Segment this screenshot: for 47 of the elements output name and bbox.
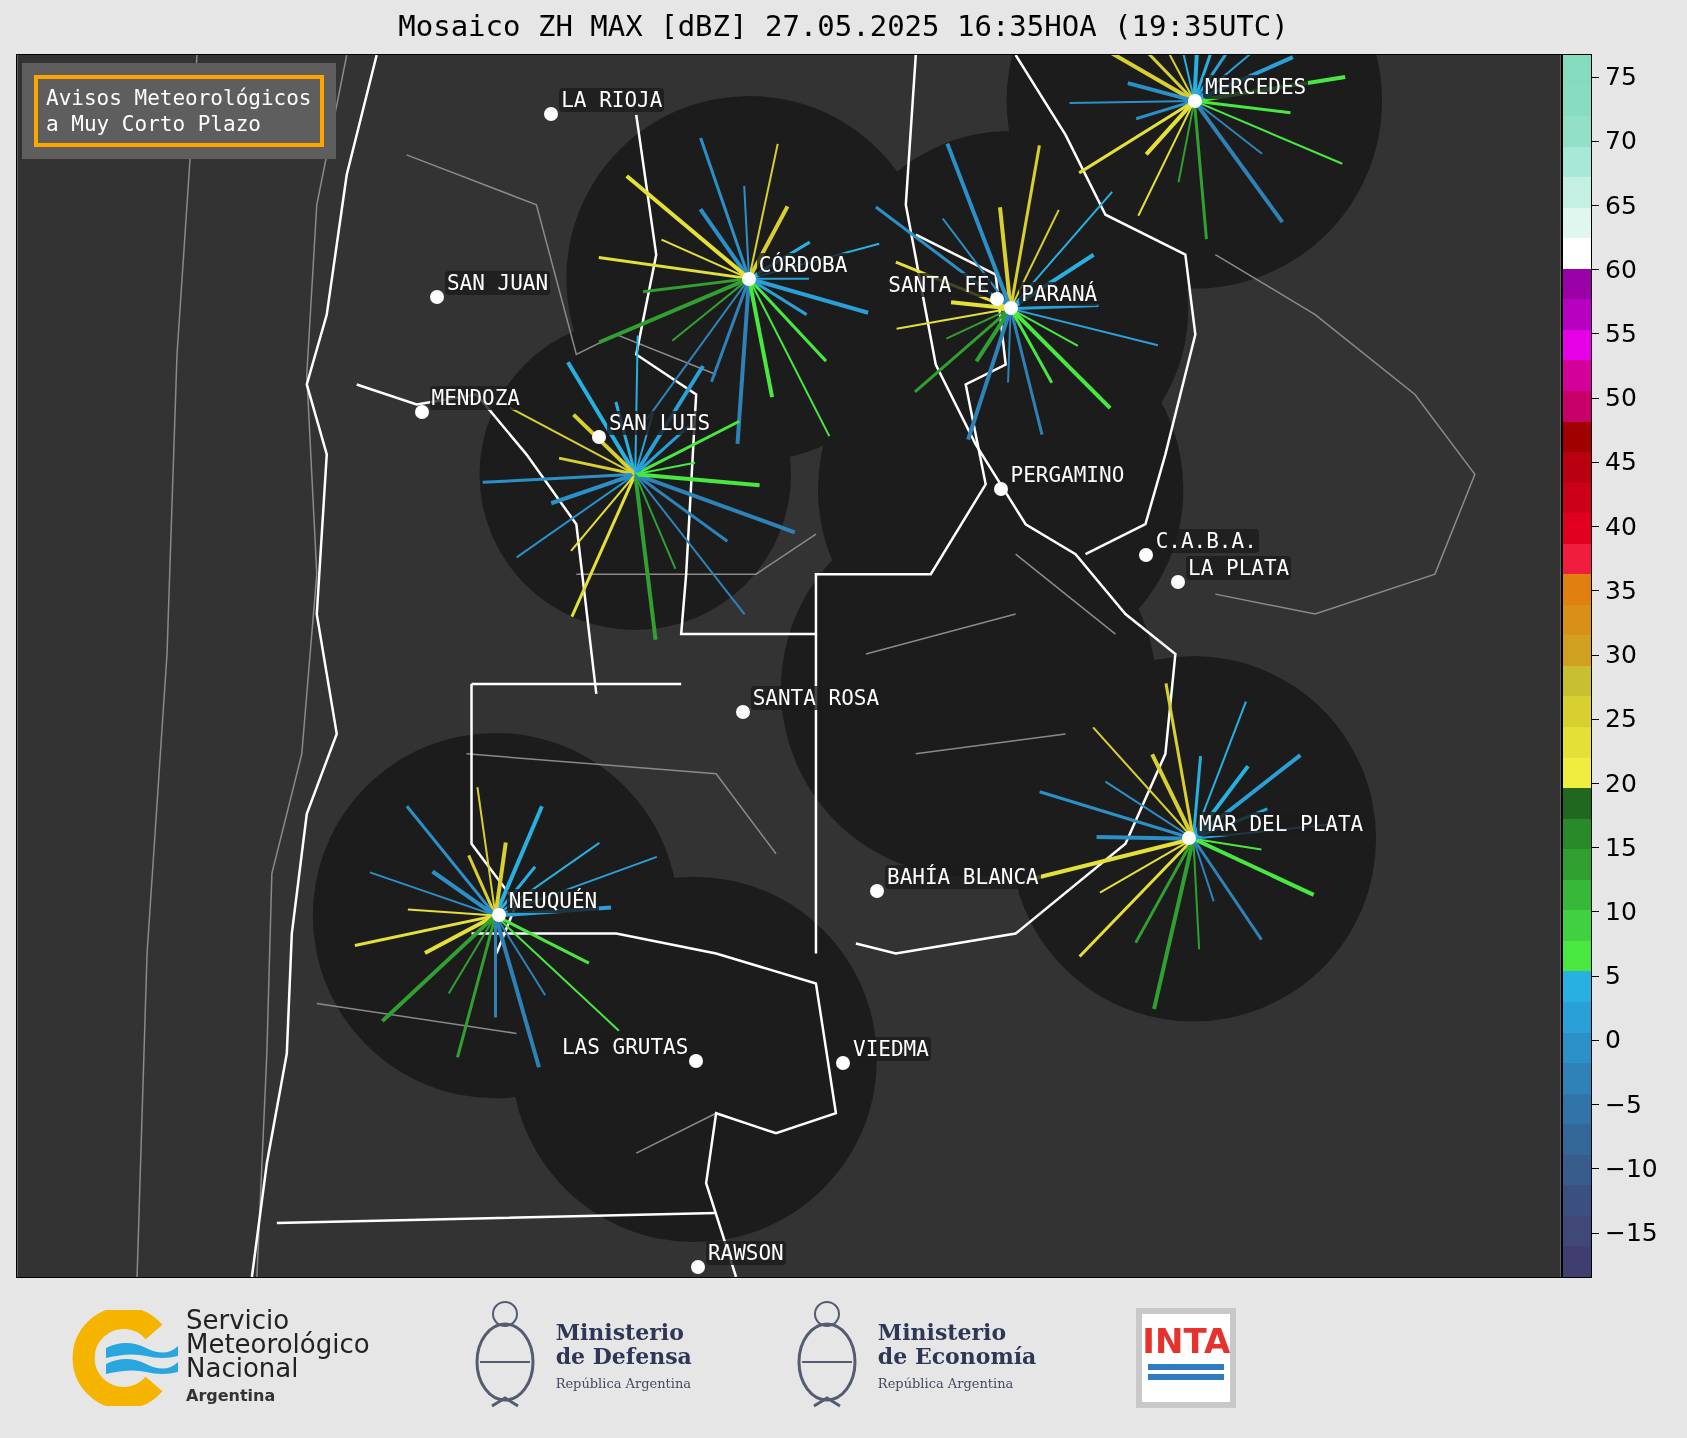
colorbar-tick-label: 5 [1605, 962, 1621, 991]
colorbar-tick-label: 30 [1605, 641, 1637, 670]
colorbar-tick-label: 25 [1605, 705, 1637, 734]
city-label: LA PLATA [1186, 555, 1292, 580]
city-label: MAR DEL PLATA [1196, 812, 1366, 837]
agency-name-text: Servicio [186, 1308, 290, 1332]
city-label: LA RIOJA [559, 87, 665, 112]
country-text: Argentina [186, 1385, 277, 1407]
city-label: PARANÁ [1019, 281, 1100, 306]
ministry-name-text: de Economía [877, 1344, 1037, 1368]
notice-text: Avisos Meteorológicos [46, 85, 312, 111]
colorbar-tick-label: 65 [1605, 191, 1637, 220]
colorbar-tick-label: 45 [1605, 448, 1637, 477]
country-text: República Argentina [555, 1375, 692, 1393]
notice-text: a Muy Corto Plazo [46, 111, 262, 137]
colorbar-tick-label: 75 [1605, 63, 1637, 92]
city-label: SAN LUIS [607, 411, 713, 436]
inta-logo-text: INTA [1142, 1322, 1231, 1360]
city-label: VIEDMA [851, 1037, 931, 1062]
colorbar-tick-label: 0 [1605, 1026, 1621, 1055]
colorbar-tick-label: 20 [1605, 769, 1637, 798]
colorbar-tick-label: 60 [1605, 255, 1637, 284]
colorbar-tick-label: −10 [1605, 1154, 1658, 1183]
ministry-name-text: Ministerio [877, 1320, 1008, 1344]
map-title: Mosaico ZH MAX [dBZ] 27.05.2025 16:35HOA (19:35UTC) [398, 8, 1289, 46]
ministry-name-text: de Defensa [555, 1344, 692, 1368]
colorbar-tick-label: 40 [1605, 512, 1637, 541]
city-label: RAWSON [705, 1241, 786, 1266]
colorbar-tick-label: 35 [1605, 576, 1637, 605]
colorbar-tick-label: 10 [1605, 897, 1637, 926]
colorbar-tick-label: −15 [1605, 1219, 1658, 1248]
colorbar-tick-label: 15 [1605, 833, 1637, 862]
colorbar-tick-label: 70 [1605, 127, 1637, 156]
city-label: MENDOZA [429, 385, 523, 410]
city-label: CÓRDOBA [756, 252, 850, 277]
ministry-name-text: Ministerio [555, 1320, 685, 1344]
city-label: MERCEDES [1203, 75, 1309, 100]
colorbar-tick-label: 55 [1605, 320, 1637, 348]
country-text: República Argentina [877, 1375, 1015, 1393]
city-label: SANTA ROSA [750, 686, 882, 711]
city-label: BAHÍA BLANCA [885, 864, 1041, 889]
colorbar-tick-label: −5 [1605, 1090, 1642, 1119]
agency-name-text: Nacional [186, 1356, 299, 1380]
city-label: SANTA FE [886, 273, 992, 298]
city-label: NEUQUÉN [506, 889, 600, 914]
city-label: SAN JUAN [444, 270, 551, 295]
colorbar-tick-label: 50 [1605, 384, 1637, 413]
